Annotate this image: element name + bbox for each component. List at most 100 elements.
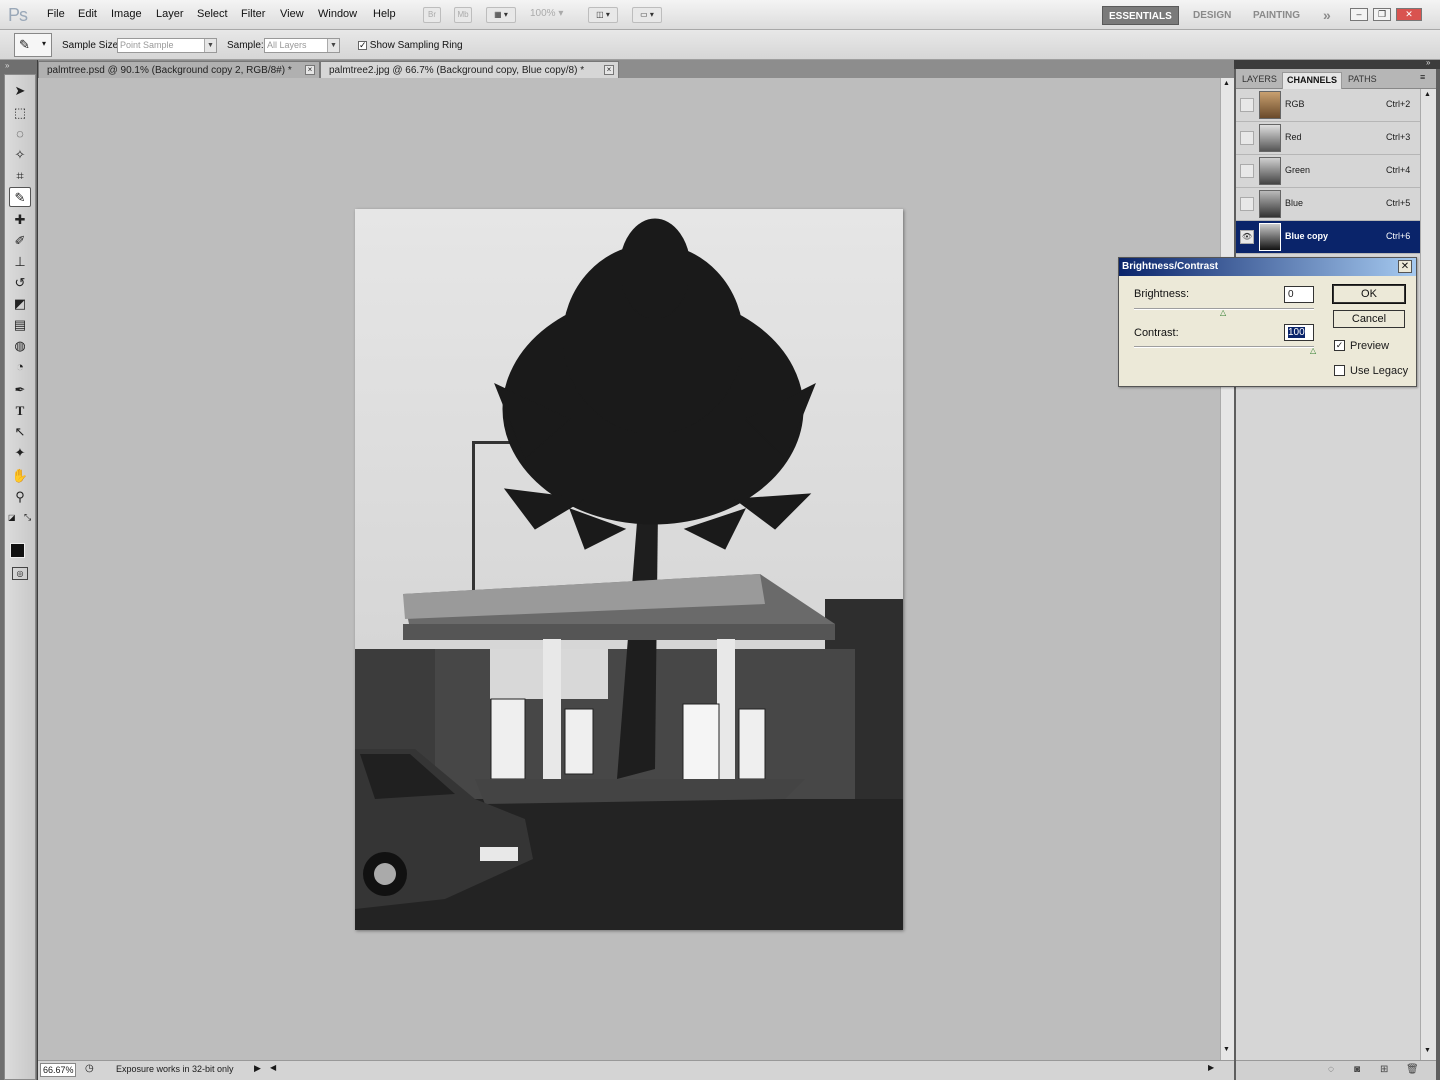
scroll-right-icon[interactable]: ▶ — [1208, 1063, 1214, 1072]
foreground-color-swatch[interactable] — [10, 543, 25, 558]
visibility-toggle[interactable] — [1240, 197, 1254, 211]
zoom-level-combo[interactable]: 100% ▾ — [530, 8, 563, 19]
cancel-button[interactable]: Cancel — [1333, 310, 1405, 328]
visibility-toggle[interactable] — [1240, 131, 1254, 145]
history-brush-icon[interactable]: ↺ — [9, 273, 31, 293]
channel-row-blue-copy[interactable]: 👁 Blue copy Ctrl+6 — [1236, 221, 1420, 254]
channel-row-red[interactable]: Red Ctrl+3 — [1236, 122, 1420, 155]
show-sampling-ring-checkbox[interactable]: ✓ — [358, 41, 367, 50]
crop-icon[interactable]: ⌗ — [9, 166, 31, 186]
sample-select[interactable]: All Layers ▼ — [264, 38, 340, 53]
eyedropper-icon[interactable]: ✎ — [9, 187, 31, 207]
menu-select[interactable]: Select — [197, 8, 228, 20]
tab-channels[interactable]: CHANNELS — [1282, 72, 1343, 89]
close-tab-icon[interactable]: × — [305, 65, 315, 75]
menu-image[interactable]: Image — [111, 8, 142, 20]
minimize-icon[interactable]: – — [1350, 8, 1368, 21]
restore-icon[interactable]: ❐ — [1373, 8, 1391, 21]
ok-button[interactable]: OK — [1332, 284, 1406, 304]
default-colors-icon[interactable]: ◪ — [8, 513, 16, 522]
menu-view[interactable]: View — [280, 8, 304, 20]
status-menu-arrow-icon[interactable]: ▶ — [254, 1063, 261, 1074]
tab-paths[interactable]: PATHS — [1344, 72, 1381, 89]
tool-preset-picker[interactable]: ✎ ▾ — [14, 33, 52, 57]
menu-window[interactable]: Window — [318, 8, 357, 20]
options-bar: ✎ ▾ Sample Size: Point Sample ▼ Sample: … — [0, 30, 1440, 60]
menu-edit[interactable]: Edit — [78, 8, 97, 20]
preview-checkbox[interactable]: ✓ — [1334, 340, 1345, 351]
scroll-up-icon[interactable]: ▲ — [1424, 91, 1431, 98]
channels-list: RGB Ctrl+2 Red Ctrl+3 Green Ctrl+4 Blue … — [1236, 89, 1420, 1060]
channel-row-rgb[interactable]: RGB Ctrl+2 — [1236, 89, 1420, 122]
tab-palmtree2-jpg[interactable]: palmtree2.jpg @ 66.7% (Background copy, … — [320, 61, 619, 78]
panel-menu-icon[interactable]: ≡ — [1420, 72, 1425, 82]
scroll-left-icon[interactable]: ◀ — [270, 1063, 276, 1072]
minibridge-button[interactable]: Mb — [454, 7, 472, 23]
quick-mask-icon[interactable]: ◎ — [12, 567, 28, 580]
new-channel-icon[interactable]: ⊞ — [1380, 1064, 1388, 1075]
scroll-down-icon[interactable]: ▼ — [1223, 1046, 1230, 1053]
show-sampling-ring-option[interactable]: ✓ Show Sampling Ring — [358, 40, 463, 51]
menu-layer[interactable]: Layer — [156, 8, 184, 20]
extras-view-icon[interactable]: ▦ ▾ — [486, 7, 516, 23]
workspace-painting[interactable]: PAINTING — [1247, 6, 1306, 25]
status-info-icon[interactable]: ◷ — [85, 1063, 94, 1074]
menu-file[interactable]: File — [47, 8, 65, 20]
canvas-vertical-scrollbar[interactable]: ▲ ▼ — [1220, 78, 1234, 1060]
screen-mode-icon[interactable]: ▭ ▾ — [632, 7, 662, 23]
contrast-slider[interactable] — [1134, 346, 1314, 348]
brush-icon[interactable]: ✐ — [9, 231, 31, 251]
pen-icon[interactable]: ✒ — [9, 380, 31, 400]
tab-layers[interactable]: LAYERS — [1238, 72, 1281, 89]
close-window-icon[interactable]: ✕ — [1396, 8, 1422, 21]
workspace-design[interactable]: DESIGN — [1187, 6, 1237, 25]
scroll-down-icon[interactable]: ▼ — [1424, 1047, 1431, 1054]
dodge-icon[interactable]: ◔ — [9, 357, 31, 377]
brightness-input[interactable]: 0 — [1284, 286, 1314, 303]
eye-icon[interactable]: 👁 — [1240, 230, 1254, 244]
blur-icon[interactable]: ◍ — [9, 336, 31, 356]
visibility-toggle[interactable] — [1240, 164, 1254, 178]
zoom-icon[interactable]: ⚲ — [9, 487, 31, 507]
swap-colors-icon[interactable]: ⤡ — [24, 512, 31, 523]
visibility-toggle[interactable] — [1240, 98, 1254, 112]
sample-size-select[interactable]: Point Sample ▼ — [117, 38, 217, 53]
shape-icon[interactable]: ✦ — [9, 443, 31, 463]
zoom-field[interactable]: 66.67% — [40, 1063, 76, 1077]
more-workspaces-icon[interactable]: » — [1317, 6, 1337, 25]
channel-row-green[interactable]: Green Ctrl+4 — [1236, 155, 1420, 188]
bridge-button[interactable]: Br — [423, 7, 441, 23]
menu-filter[interactable]: Filter — [241, 8, 265, 20]
marquee-icon[interactable]: ⬚ — [9, 103, 31, 123]
use-legacy-checkbox[interactable] — [1334, 365, 1345, 376]
load-selection-icon[interactable]: ◌ — [1328, 1064, 1334, 1075]
collapse-dock-icon[interactable]: » — [1426, 58, 1430, 67]
quick-selection-icon[interactable]: ✧ — [9, 145, 31, 165]
workspace-essentials[interactable]: ESSENTIALS — [1102, 6, 1179, 25]
contrast-input[interactable]: 100 — [1284, 324, 1314, 341]
lasso-icon[interactable]: ◌ — [9, 124, 31, 144]
tab-palmtree-psd[interactable]: palmtree.psd @ 90.1% (Background copy 2,… — [38, 61, 320, 78]
path-selection-icon[interactable]: ↖ — [9, 422, 31, 442]
channel-row-blue[interactable]: Blue Ctrl+5 — [1236, 188, 1420, 221]
delete-channel-icon[interactable]: 🗑 — [1406, 1064, 1419, 1075]
type-icon[interactable]: T — [9, 401, 31, 421]
eraser-icon[interactable]: ◩ — [9, 294, 31, 314]
move-icon[interactable]: ➤ — [9, 81, 31, 101]
scroll-up-icon[interactable]: ▲ — [1223, 80, 1230, 87]
menu-help[interactable]: Help — [373, 8, 396, 20]
contrast-slider-thumb[interactable]: △ — [1310, 346, 1316, 355]
arrange-documents-icon[interactable]: ◫ ▾ — [588, 7, 618, 23]
spot-healing-icon[interactable]: ✚ — [9, 210, 31, 230]
dialog-title[interactable]: Brightness/Contrast — [1119, 258, 1416, 276]
close-icon[interactable]: ✕ — [1398, 260, 1412, 273]
collapse-panel-icon[interactable]: » — [5, 61, 9, 70]
gradient-icon[interactable]: ▤ — [9, 315, 31, 335]
close-tab-icon[interactable]: × — [604, 65, 614, 75]
brightness-slider-thumb[interactable]: △ — [1220, 308, 1226, 317]
panel-vertical-scrollbar[interactable]: ▲ ▼ — [1420, 89, 1436, 1060]
save-selection-icon[interactable]: ◙ — [1354, 1064, 1360, 1075]
clone-stamp-icon[interactable]: ⊥ — [9, 252, 31, 272]
document-image[interactable] — [355, 209, 903, 930]
hand-icon[interactable]: ✋ — [9, 466, 31, 486]
